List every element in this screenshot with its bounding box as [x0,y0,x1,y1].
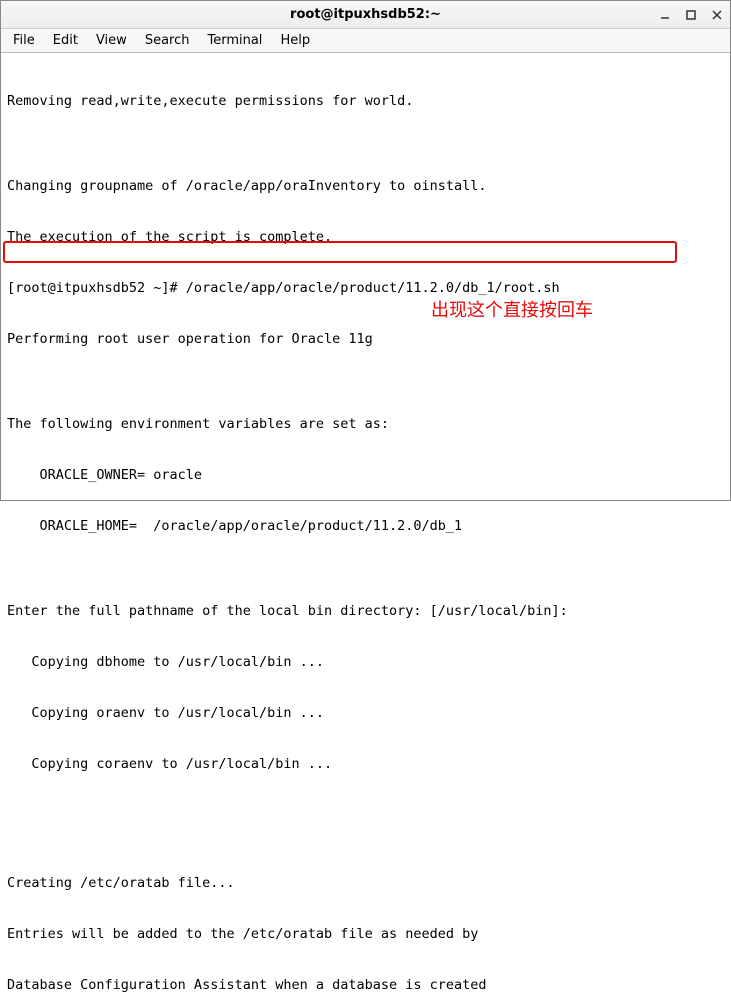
menu-view[interactable]: View [88,31,135,50]
terminal-line: The following environment variables are … [7,416,724,433]
annotation-text: 出现这个直接按回车 [431,301,593,318]
terminal-line: Entries will be added to the /etc/oratab… [7,926,724,943]
menu-search[interactable]: Search [137,31,198,50]
terminal-line: Changing groupname of /oracle/app/oraInv… [7,178,724,195]
terminal-line: ORACLE_HOME= /oracle/app/oracle/product/… [7,518,724,535]
terminal-line: ORACLE_OWNER= oracle [7,467,724,484]
terminal-line: [root@itpuxhsdb52 ~]# /oracle/app/oracle… [7,280,724,297]
window-controls [658,1,724,28]
window-title: root@itpuxhsdb52:~ [290,7,441,22]
terminal-line: Copying dbhome to /usr/local/bin ... [7,654,724,671]
terminal-line: Creating /etc/oratab file... [7,875,724,892]
menu-help[interactable]: Help [272,31,318,50]
terminal-line: Copying coraenv to /usr/local/bin ... [7,756,724,773]
terminal-line: Performing root user operation for Oracl… [7,331,724,348]
menubar: File Edit View Search Terminal Help [1,29,730,53]
terminal-line: Removing read,write,execute permissions … [7,93,724,110]
terminal-line: Enter the full pathname of the local bin… [7,603,724,620]
menu-file[interactable]: File [5,31,43,50]
menu-terminal[interactable]: Terminal [199,31,270,50]
terminal-line: Copying oraenv to /usr/local/bin ... [7,705,724,722]
terminal-line: The execution of the script is complete. [7,229,724,246]
window-titlebar: root@itpuxhsdb52:~ [1,1,730,29]
menu-edit[interactable]: Edit [45,31,86,50]
minimize-button[interactable] [658,8,672,22]
close-button[interactable] [710,8,724,22]
maximize-button[interactable] [684,8,698,22]
terminal-viewport[interactable]: Removing read,write,execute permissions … [1,53,730,1002]
terminal-line: Database Configuration Assistant when a … [7,977,724,994]
